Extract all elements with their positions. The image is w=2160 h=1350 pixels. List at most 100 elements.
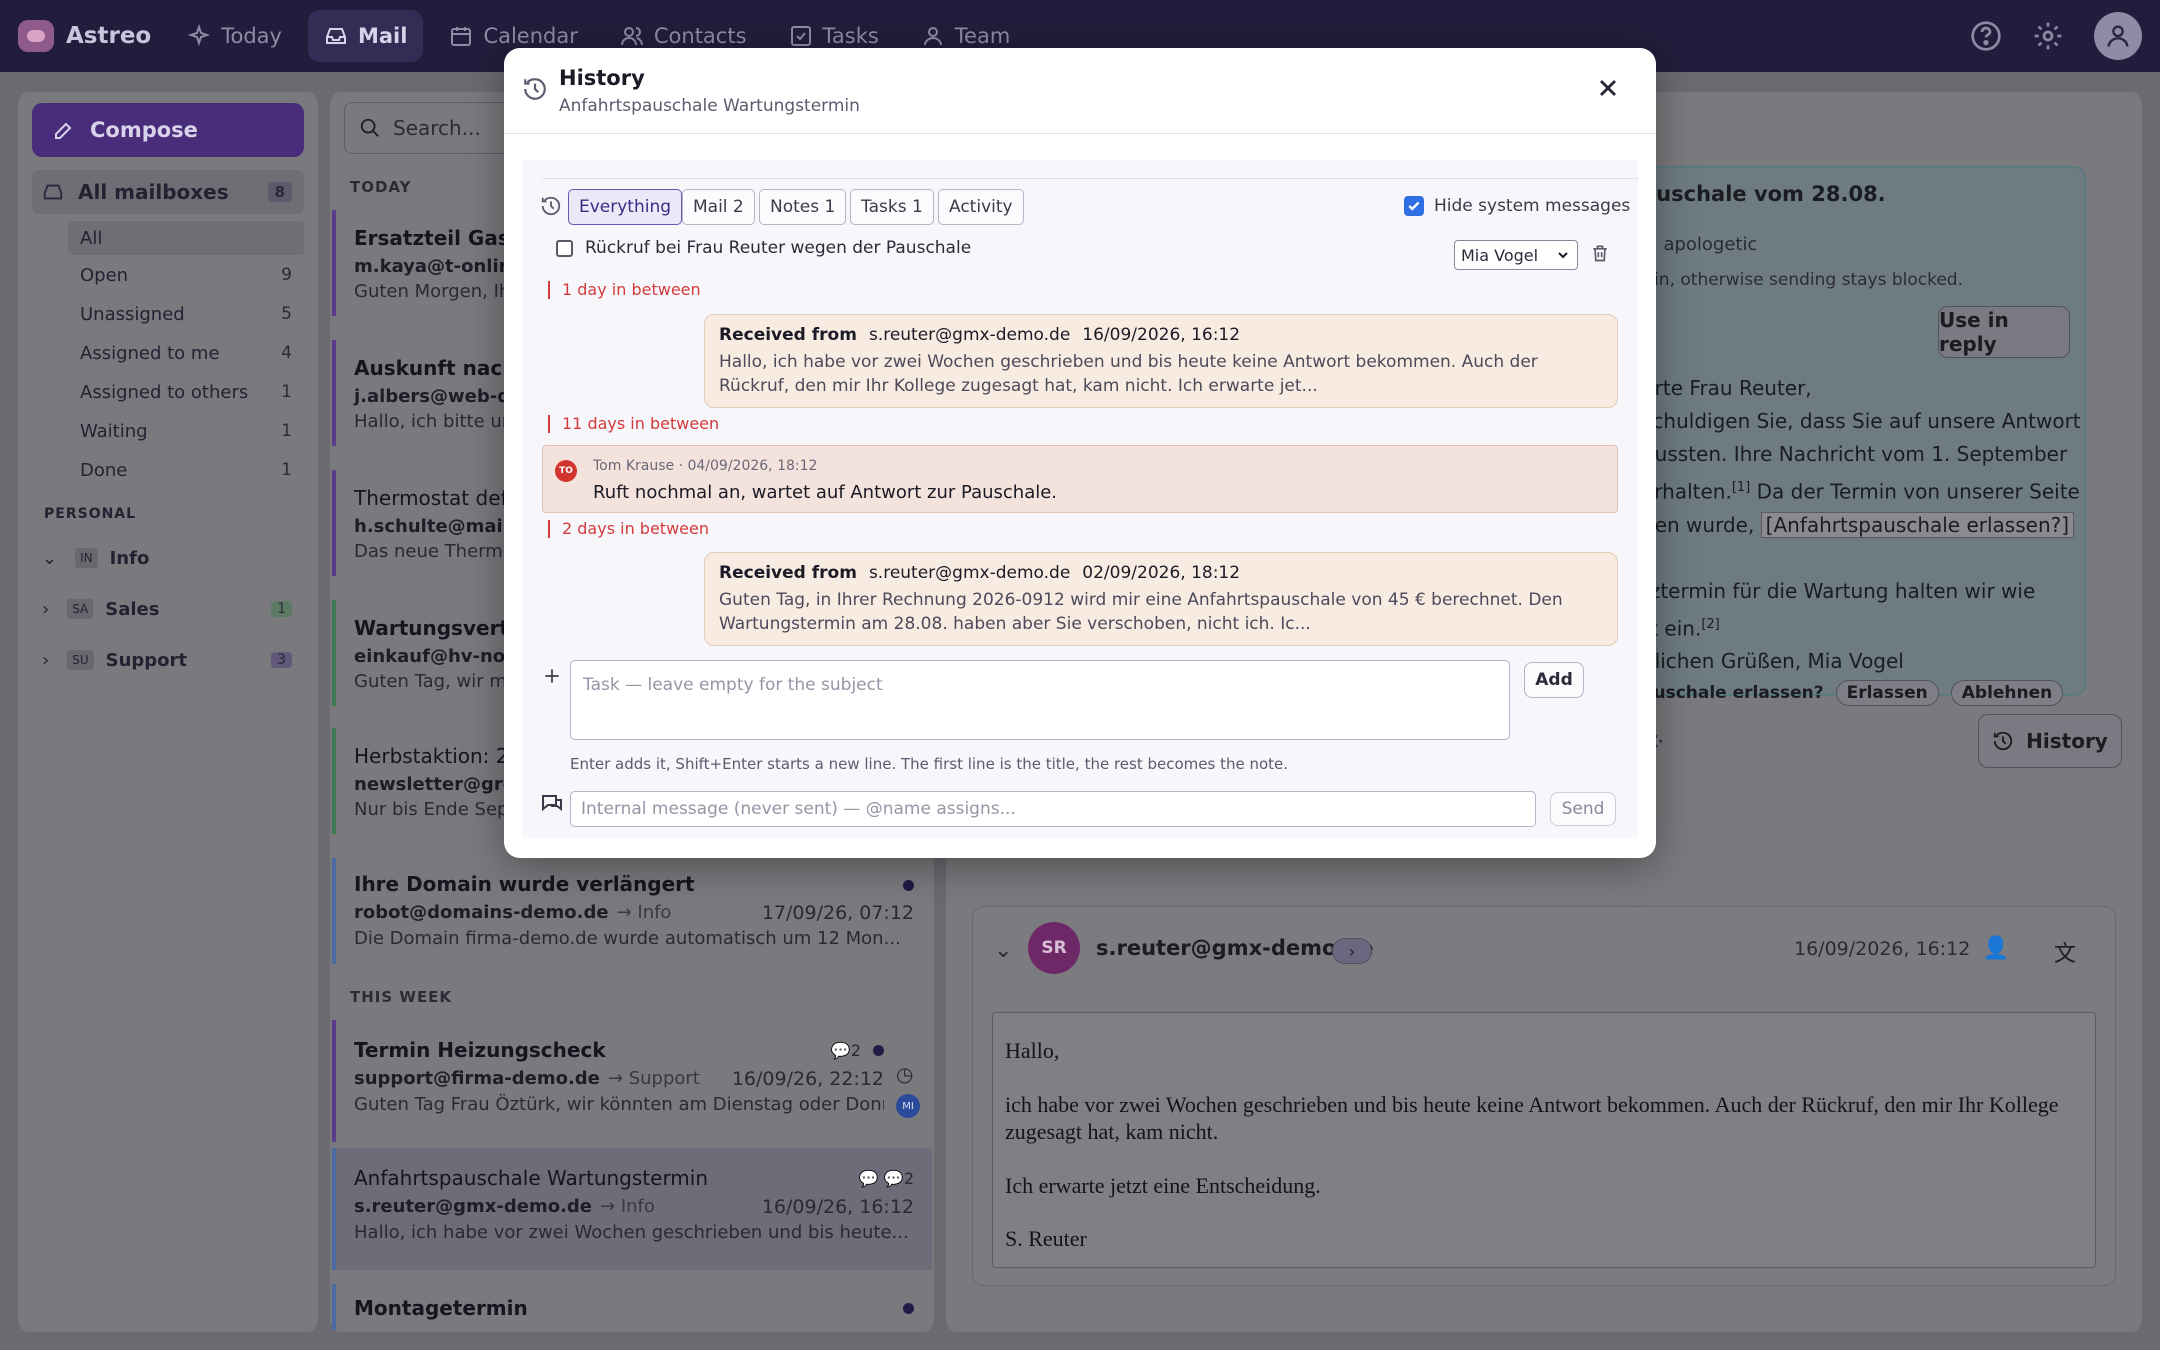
trash-icon[interactable]	[1590, 242, 1610, 264]
history-icon	[1993, 731, 2013, 751]
close-icon[interactable]	[1594, 74, 1622, 102]
translate-icon[interactable]: 文	[2054, 936, 2076, 968]
logo-icon	[18, 20, 54, 52]
nav-mail[interactable]: Mail	[307, 10, 424, 62]
send-button[interactable]: Send	[1550, 792, 1616, 826]
sidebar-filter-assigned-others[interactable]: Assigned to others 1	[80, 377, 304, 407]
calendar-icon	[451, 27, 472, 46]
help-icon[interactable]	[1970, 20, 2002, 52]
draft-text: hrte Frau Reuter, schuldigen Sie, dass S…	[1642, 376, 2081, 674]
unread-dot	[873, 1044, 884, 1056]
app-name: Astreo	[66, 23, 152, 49]
ablehnen-button[interactable]: Ablehnen	[1950, 680, 2064, 706]
sidebar-filter-waiting[interactable]: Waiting 1	[80, 416, 304, 446]
inbox-stack-icon	[43, 184, 63, 200]
unread-dot	[903, 880, 914, 891]
history-mail[interactable]: Received from s.reuter@gmx-demo.de 16/09/2…	[704, 314, 1618, 408]
dialog-subtitle: Anfahrtspauschale Wartungstermin	[559, 96, 860, 116]
chevron-right-icon[interactable]: ›	[42, 650, 49, 671]
user-icon	[2107, 25, 2129, 47]
filter-mail[interactable]: Mail 2	[682, 189, 755, 225]
chat-icon	[542, 795, 562, 812]
compose-button[interactable]: Compose	[32, 103, 304, 157]
sidebar-filter-done[interactable]: Done 1	[80, 455, 304, 485]
placeholder-chip[interactable]: [Anfahrtspauschale erlassen?]	[1760, 511, 2075, 538]
ai-draft-card: auschale vom 28.08. · apologetic t in, o…	[1640, 166, 2086, 706]
history-icon	[524, 78, 546, 100]
sidebar-mailbox-info[interactable]: ⌄ IN Info	[42, 543, 304, 573]
history-button[interactable]: History	[1978, 714, 2122, 768]
collapse-icon[interactable]: ⌄	[994, 938, 1012, 963]
unread-dot	[903, 1302, 914, 1314]
filter-notes[interactable]: Notes 1	[759, 189, 847, 225]
sidebar-personal-header: PERSONAL	[44, 506, 137, 522]
comment-count: 💬2	[830, 1040, 861, 1060]
internal-message-input[interactable]: Internal message (never sent) — @name as…	[570, 791, 1536, 827]
task-title: Rückruf bei Frau Reuter wegen der Pausch…	[585, 238, 972, 258]
list-item-selected[interactable]: Anfahrtspauschale Wartungstermin 💬 💬2 s.…	[332, 1148, 932, 1270]
chevron-down-icon[interactable]: ⌄	[42, 548, 57, 569]
filter-everything[interactable]: Everything	[568, 189, 683, 225]
sidebar-all-mailboxes[interactable]: All mailboxes 8	[32, 170, 304, 214]
message-body: Hallo, ich habe vor zwei Wochen geschrie…	[992, 1012, 2096, 1268]
hide-system-toggle[interactable]: Hide system messages	[1404, 196, 1630, 216]
contacts-icon	[620, 27, 643, 46]
note-text: Ruft nochmal an, wartet auf Antwort zur …	[593, 482, 1058, 503]
list-item[interactable]: Montagetermin	[332, 1284, 932, 1330]
sidebar-filter-unassigned[interactable]: Unassigned 5	[80, 299, 304, 329]
note-author-avatar: TO	[555, 460, 577, 482]
nav-today[interactable]: Today	[171, 10, 298, 62]
task-checkbox[interactable]	[556, 239, 573, 257]
sidebar-filter-assigned-me[interactable]: Assigned to me 4	[80, 338, 304, 368]
history-dialog: History Anfahrtspauschale Wartungstermin…	[504, 48, 1656, 858]
checkbox-icon	[790, 26, 811, 46]
assignee-select[interactable]: Mia Vogel	[1454, 240, 1578, 270]
search-icon	[360, 118, 379, 137]
comment-count: 💬 💬2	[858, 1168, 914, 1188]
message-date: 16/09/2026, 16:12	[1794, 938, 1971, 960]
history-note: TO Tom Krause · 04/09/2026, 18:12 Ruft n…	[542, 445, 1618, 513]
chevron-down-icon	[1558, 252, 1568, 259]
sidebar-filter-all[interactable]: All	[68, 221, 304, 255]
add-contact-icon[interactable]: 👤	[1982, 936, 2009, 961]
list-item[interactable]: Termin Heizungscheck 💬2 support@firma-de…	[332, 1020, 932, 1142]
inbox-icon	[325, 28, 346, 44]
divider	[542, 178, 1638, 179]
sidebar-mailbox-support[interactable]: › SU Support 3	[42, 645, 304, 675]
use-in-reply-button[interactable]: Use in reply	[1938, 306, 2070, 358]
decision-row: auschale erlassen? Erlassen Ablehnen	[1642, 680, 2064, 706]
add-task-button[interactable]: Add	[1524, 662, 1584, 698]
list-item[interactable]: Ihre Domain wurde verlängert robot@domai…	[332, 858, 932, 964]
check-icon	[1408, 201, 1420, 211]
history-filter-icon	[541, 196, 561, 216]
note-meta: Tom Krause · 04/09/2026, 18:12	[593, 458, 818, 474]
time-gap: 2 days in between	[548, 519, 709, 538]
filter-activity[interactable]: Activity	[938, 189, 1024, 225]
dialog-header: History Anfahrtspauschale Wartungstermin	[504, 48, 1656, 134]
task-input[interactable]: Task — leave empty for the subject	[570, 660, 1510, 740]
filter-tasks[interactable]: Tasks 1	[850, 189, 934, 225]
user-avatar[interactable]	[2094, 12, 2142, 60]
time-gap: 11 days in between	[548, 414, 719, 433]
clock-icon: ◷	[896, 1062, 914, 1086]
dialog-title: History	[559, 66, 645, 90]
app-logo[interactable]: Astreo	[18, 20, 151, 52]
sparkle-icon	[188, 24, 211, 47]
checkbox-checked[interactable]	[1404, 196, 1424, 216]
sidebar-mailbox-sales[interactable]: › SA Sales 1	[42, 594, 304, 624]
section-this-week: THIS WEEK	[350, 988, 453, 1006]
sidebar-filter-open[interactable]: Open 9	[80, 260, 304, 290]
time-gap: 1 day in between	[548, 280, 701, 299]
erlassen-button[interactable]: Erlassen	[1835, 680, 1939, 706]
plus-icon	[545, 669, 559, 683]
assignee-avatar: MI	[896, 1094, 920, 1118]
top-right-tools	[1970, 12, 2142, 60]
sender-avatar: SR	[1028, 922, 1080, 974]
edit-icon	[55, 122, 72, 139]
task-hint: Enter adds it, Shift+Enter starts a new …	[570, 755, 1289, 773]
team-icon	[923, 27, 942, 46]
gear-icon[interactable]	[2032, 20, 2064, 52]
history-mail[interactable]: Received from s.reuter@gmx-demo.de 02/09/2…	[704, 552, 1618, 646]
chevron-right-icon[interactable]: ›	[42, 599, 49, 620]
expand-recipients-icon[interactable]: ›	[1332, 938, 1372, 964]
